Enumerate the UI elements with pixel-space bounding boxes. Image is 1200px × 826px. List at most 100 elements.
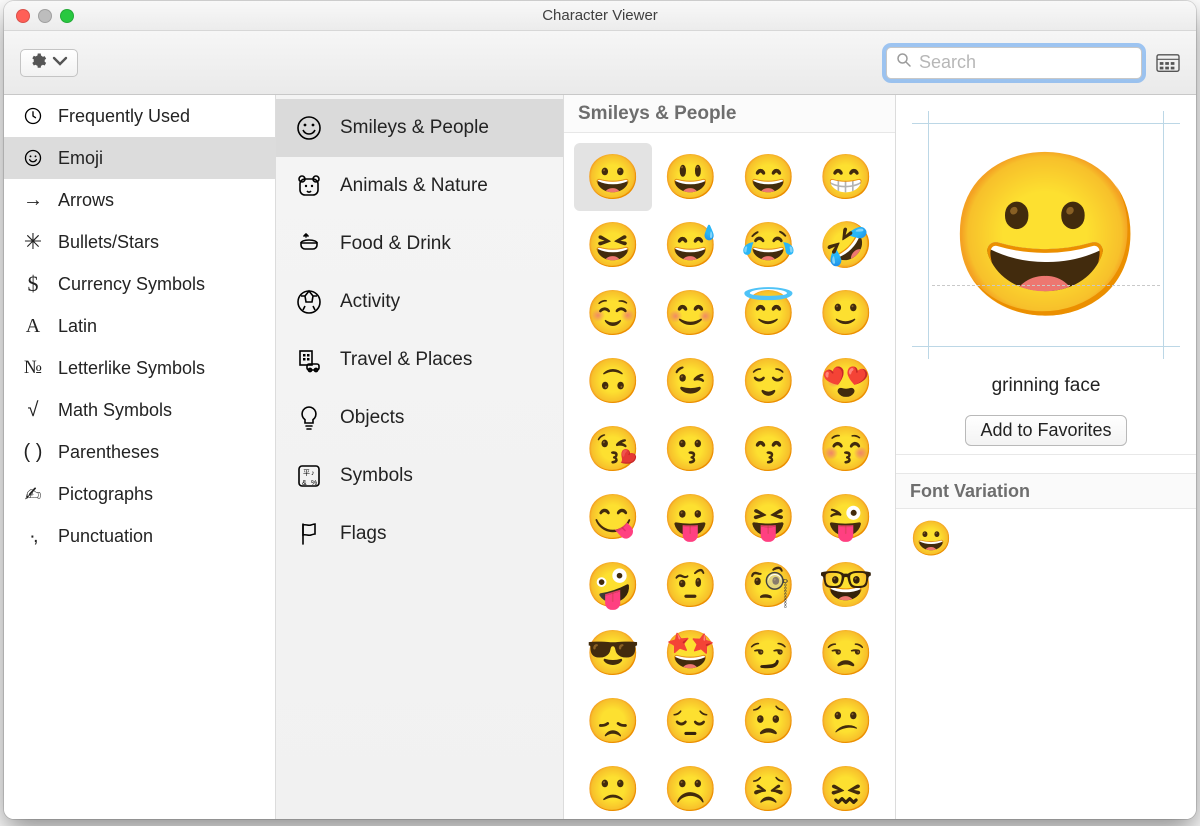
emoji-cell[interactable]: 😆 [574,211,652,279]
subcategory-item[interactable]: Food & Drink [276,215,563,273]
preview-character-name: grinning face [908,375,1184,397]
emoji-cell[interactable]: 😖 [807,755,885,819]
chevron-down-icon [51,52,69,73]
subcategory-item[interactable]: Flags [276,505,563,563]
emoji-cell[interactable]: 🤩 [652,619,730,687]
emoji-grid: 😀😃😄😁 😆😅😂🤣 ☺️😊😇🙂 🙃😉😌😍 😘😗😙😚 😋😛😝😜 🤪🤨🧐🤓 😎🤩😏😒 😞😔😟😕 🙁☹️… [574,143,885,819]
preview-pane: 😀 grinning face Add to Favorites Font Va… [896,95,1196,819]
subcategory-item[interactable]: Smileys & People [276,99,563,157]
font-variation-item[interactable]: 😀 [896,509,1196,569]
emoji-cell[interactable]: 😂 [730,211,808,279]
category-item[interactable]: №Letterlike Symbols [4,347,275,389]
symbols-icon: 平♪&% [294,461,324,491]
emoji-cell[interactable]: 🙁 [574,755,652,819]
category-label: Bullets/Stars [58,232,159,253]
emoji-cell[interactable]: 😒 [807,619,885,687]
emoji-cell[interactable]: 😇 [730,279,808,347]
category-item[interactable]: $Currency Symbols [4,263,275,305]
punct-icon: ∙, [20,525,46,548]
emoji-cell[interactable]: 😍 [807,347,885,415]
toolbar [4,31,1196,95]
emoji-cell[interactable]: 😎 [574,619,652,687]
subcategory-item[interactable]: Animals & Nature [276,157,563,215]
emoji-cell[interactable]: 😄 [730,143,808,211]
category-label: Math Symbols [58,400,172,421]
subcategory-item[interactable]: Travel & Places [276,331,563,389]
emoji-cell[interactable]: 😣 [730,755,808,819]
gear-icon [29,52,47,73]
emoji-cell[interactable]: 😊 [652,279,730,347]
emoji-cell[interactable]: 😛 [652,483,730,551]
settings-menu-button[interactable] [20,49,78,77]
emoji-cell[interactable]: 😏 [730,619,808,687]
emoji-cell[interactable]: 😋 [574,483,652,551]
category-item[interactable]: √Math Symbols [4,389,275,431]
grid-scroll[interactable]: 😀😃😄😁 😆😅😂🤣 ☺️😊😇🙂 🙃😉😌😍 😘😗😙😚 😋😛😝😜 🤪🤨🧐🤓 😎🤩😏😒 😞😔😟😕 🙁☹️… [564,133,895,819]
zoom-window-button[interactable] [60,9,74,23]
emoji-cell[interactable]: 😘 [574,415,652,483]
emoji-cell[interactable]: 😞 [574,687,652,755]
search-input[interactable] [919,52,1133,73]
emoji-cell[interactable]: 🤪 [574,551,652,619]
subcategory-item[interactable]: 平♪&%Symbols [276,447,563,505]
emoji-cell[interactable]: 🙃 [574,347,652,415]
add-to-favorites-button[interactable]: Add to Favorites [965,415,1126,446]
emoji-cell[interactable]: 😝 [730,483,808,551]
search-field[interactable] [886,47,1142,79]
emoji-cell[interactable]: 😉 [652,347,730,415]
category-label: Emoji [58,148,103,169]
category-item[interactable]: ∙,Punctuation [4,515,275,557]
category-item[interactable]: ALatin [4,305,275,347]
emoji-cell[interactable]: 😔 [652,687,730,755]
subcategory-item[interactable]: Objects [276,389,563,447]
emoji-cell[interactable]: 😚 [807,415,885,483]
emoji-cell[interactable]: 😃 [652,143,730,211]
category-label: Letterlike Symbols [58,358,205,379]
emoji-cell[interactable]: 🧐 [730,551,808,619]
emoji-cell[interactable]: 🤣 [807,211,885,279]
emoji-cell[interactable]: 😌 [730,347,808,415]
emoji-cell[interactable]: 🤨 [652,551,730,619]
subcategory-label: Animals & Nature [340,175,488,197]
category-label: Frequently Used [58,106,190,127]
body: Frequently Used Emoji →Arrows ✳︎ Bullets/Sta… [4,95,1196,819]
star-icon: ✳︎ [20,229,46,255]
close-window-button[interactable] [16,9,30,23]
character-viewer-window: Character Viewer [4,1,1196,819]
category-item[interactable]: Emoji [4,137,275,179]
character-grid-pane: Smileys & People 😀😃😄😁😆😅😂🤣☺️😊😇🙂🙃😉😌😍😘😗😙😚😋😛… [564,95,896,819]
emoji-cell[interactable]: ☺️ [574,279,652,347]
flags-icon [294,519,324,549]
subcategory-label: Activity [340,291,400,313]
emoji-cell[interactable]: 😕 [807,687,885,755]
activity-icon [294,287,324,317]
food-icon [294,229,324,259]
preview-frame: 😀 [912,111,1180,359]
objects-icon [294,403,324,433]
emoji-cell[interactable]: 🙂 [807,279,885,347]
emoji-cell[interactable]: ☹️ [652,755,730,819]
emoji-cell[interactable]: 😟 [730,687,808,755]
category-item[interactable]: Frequently Used [4,95,275,137]
emoji-cell[interactable]: 😀 [574,143,652,211]
category-item[interactable]: ✳︎ Bullets/Stars [4,221,275,263]
category-item[interactable]: →Arrows [4,179,275,221]
minimize-window-button[interactable] [38,9,52,23]
emoji-cell[interactable]: 🤓 [807,551,885,619]
category-item[interactable]: ( )Parentheses [4,431,275,473]
svg-text:&: & [302,480,307,487]
subcategory-list: Smileys & People Animals & Nature Food & D… [276,95,564,819]
emoji-cell[interactable]: 😅 [652,211,730,279]
dollar-icon: $ [20,271,46,297]
subcategory-item[interactable]: Activity [276,273,563,331]
traffic-lights [16,9,74,23]
emoji-cell[interactable]: 😙 [730,415,808,483]
emoji-cell[interactable]: 😜 [807,483,885,551]
collapse-viewer-button[interactable] [1156,52,1180,74]
svg-text:平: 平 [303,469,310,477]
arrow-icon: → [20,189,46,212]
emoji-cell[interactable]: 😗 [652,415,730,483]
category-item[interactable]: ✍︎Pictographs [4,473,275,515]
emoji-icon [20,148,46,168]
emoji-cell[interactable]: 😁 [807,143,885,211]
